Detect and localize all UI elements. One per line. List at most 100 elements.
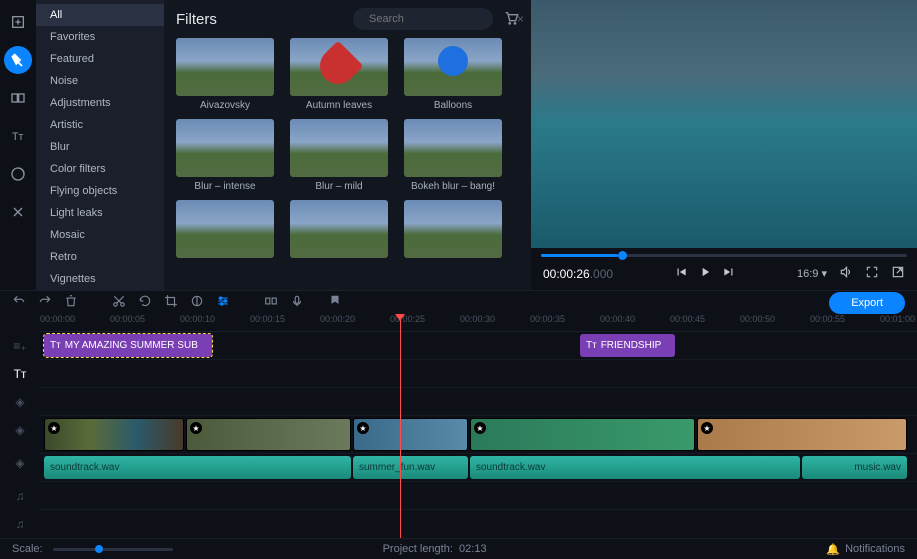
next-icon[interactable] xyxy=(722,265,736,282)
audio-track-icon[interactable]: ♫ xyxy=(0,510,40,538)
star-icon[interactable]: ★ xyxy=(190,422,202,434)
audio-linked-icon[interactable]: ♫ xyxy=(0,482,40,510)
add-track-icon[interactable]: ≡₊ xyxy=(0,332,40,360)
crop-icon[interactable] xyxy=(164,294,178,311)
star-icon[interactable]: ★ xyxy=(701,422,713,434)
sidebar-item-color-filters[interactable]: Color filters xyxy=(36,158,164,180)
sidebar-item-light-leaks[interactable]: Light leaks xyxy=(36,202,164,224)
filter-thumb xyxy=(404,119,502,177)
overlay-track-icon[interactable]: ◈ xyxy=(0,388,40,416)
video-clip[interactable]: ★ xyxy=(470,418,695,451)
notifications-label: Notifications xyxy=(845,543,905,555)
timeline[interactable]: 00:00:00 00:00:05 00:00:10 00:00:15 00:0… xyxy=(40,314,917,538)
filter-thumb xyxy=(404,200,502,258)
filter-item[interactable] xyxy=(404,200,502,258)
audio-clip[interactable]: music.wav xyxy=(802,456,907,479)
scale-slider[interactable] xyxy=(53,548,173,551)
play-icon[interactable] xyxy=(698,265,712,282)
sidebar-item-all[interactable]: All xyxy=(36,4,164,26)
filter-item[interactable]: Autumn leaves xyxy=(290,38,388,111)
video-clip[interactable]: ★ xyxy=(186,418,351,451)
record-icon[interactable] xyxy=(290,294,304,311)
sidebar-item-favorites[interactable]: Favorites xyxy=(36,26,164,48)
audio-clip-label: music.wav xyxy=(854,462,901,473)
video-clip[interactable]: ★ xyxy=(353,418,468,451)
filter-item[interactable] xyxy=(176,200,274,258)
video-track-icon[interactable]: ◈ xyxy=(0,444,40,482)
transitions-icon[interactable] xyxy=(4,84,32,112)
playhead[interactable] xyxy=(400,314,401,538)
volume-icon[interactable] xyxy=(839,265,853,282)
cart-icon[interactable] xyxy=(503,10,519,29)
transition-wizard-icon[interactable] xyxy=(264,294,278,311)
preview-progress[interactable] xyxy=(531,248,917,257)
audio-clip-label: soundtrack.wav xyxy=(476,462,545,473)
sidebar-item-retro[interactable]: Retro xyxy=(36,246,164,268)
audio-linked-track[interactable]: soundtrack.wav summer_fun.wav soundtrack… xyxy=(40,454,917,482)
sidebar-item-flying-objects[interactable]: Flying objects xyxy=(36,180,164,202)
overlay-track[interactable] xyxy=(40,360,917,388)
undo-icon[interactable] xyxy=(12,294,26,311)
video-clip[interactable]: ★ xyxy=(697,418,907,451)
sidebar-item-mosaic[interactable]: Mosaic xyxy=(36,224,164,246)
sidebar-item-noise[interactable]: Noise xyxy=(36,70,164,92)
rotate-icon[interactable] xyxy=(138,294,152,311)
redo-icon[interactable] xyxy=(38,294,52,311)
cut-icon[interactable] xyxy=(112,294,126,311)
sidebar-item-artistic[interactable]: Artistic xyxy=(36,114,164,136)
adjust-icon[interactable] xyxy=(216,294,230,311)
filters-icon[interactable] xyxy=(4,46,32,74)
sidebar-item-adjustments[interactable]: Adjustments xyxy=(36,92,164,114)
filter-item[interactable]: Aivazovsky xyxy=(176,38,274,111)
filter-item[interactable]: Balloons xyxy=(404,38,502,111)
overlay-track-2[interactable] xyxy=(40,388,917,416)
star-icon[interactable]: ★ xyxy=(474,422,486,434)
search-input[interactable] xyxy=(369,13,511,25)
popout-icon[interactable] xyxy=(891,265,905,282)
title-clip[interactable]: Tᴛ MY AMAZING SUMMER SUB xyxy=(44,334,212,357)
overlay2-track-icon[interactable]: ◈ xyxy=(0,416,40,444)
delete-icon[interactable] xyxy=(64,294,78,311)
preview-video[interactable] xyxy=(531,0,917,248)
tools-icon[interactable] xyxy=(4,198,32,226)
track-labels: ≡₊ Tᴛ ◈ ◈ ◈ ♫ ♫ xyxy=(0,314,40,538)
stickers-icon[interactable] xyxy=(4,160,32,188)
sidebar-item-featured[interactable]: Featured xyxy=(36,48,164,70)
star-icon[interactable]: ★ xyxy=(48,422,60,434)
filter-item[interactable] xyxy=(290,200,388,258)
timeline-toolbar: Export xyxy=(0,290,917,314)
title-track[interactable]: Tᴛ MY AMAZING SUMMER SUB Tᴛ FRIENDSHIP xyxy=(40,332,917,360)
progress-knob[interactable] xyxy=(618,251,627,260)
filter-label: Blur – intense xyxy=(176,181,274,192)
filter-item[interactable]: Bokeh blur – bang! xyxy=(404,119,502,192)
filter-item[interactable]: Blur – intense xyxy=(176,119,274,192)
audio-clip-label: summer_fun.wav xyxy=(359,462,435,473)
import-icon[interactable] xyxy=(4,8,32,36)
export-button[interactable]: Export xyxy=(829,292,905,314)
video-track[interactable]: ★ ★ ★ ★ ★ xyxy=(40,416,917,454)
filter-item[interactable]: Blur – mild xyxy=(290,119,388,192)
title-clip[interactable]: Tᴛ FRIENDSHIP xyxy=(580,334,675,357)
title-track-icon[interactable]: Tᴛ xyxy=(0,360,40,388)
video-clip[interactable]: ★ xyxy=(44,418,184,451)
audio-clip-label: soundtrack.wav xyxy=(50,462,119,473)
prev-icon[interactable] xyxy=(674,265,688,282)
star-icon[interactable]: ★ xyxy=(357,422,369,434)
audio-clip[interactable]: soundtrack.wav xyxy=(44,456,351,479)
scale-knob[interactable] xyxy=(95,545,103,553)
sidebar-item-blur[interactable]: Blur xyxy=(36,136,164,158)
aspect-selector[interactable]: 16:9 ▾ xyxy=(797,267,827,280)
titles-icon[interactable]: Tᴛ xyxy=(4,122,32,150)
audio-clip[interactable]: soundtrack.wav xyxy=(470,456,800,479)
fullscreen-icon[interactable] xyxy=(865,265,879,282)
ruler[interactable]: 00:00:00 00:00:05 00:00:10 00:00:15 00:0… xyxy=(40,314,917,332)
notifications-button[interactable]: 🔔 Notifications xyxy=(826,543,905,556)
filter-label: Bokeh blur – bang! xyxy=(404,181,502,192)
color-icon[interactable] xyxy=(190,294,204,311)
marker-icon[interactable] xyxy=(328,294,342,311)
audio-clip[interactable]: summer_fun.wav xyxy=(353,456,468,479)
audio-track[interactable] xyxy=(40,482,917,510)
filter-thumb xyxy=(290,119,388,177)
sidebar-item-vignettes[interactable]: Vignettes xyxy=(36,268,164,290)
progress-track[interactable] xyxy=(541,254,907,257)
